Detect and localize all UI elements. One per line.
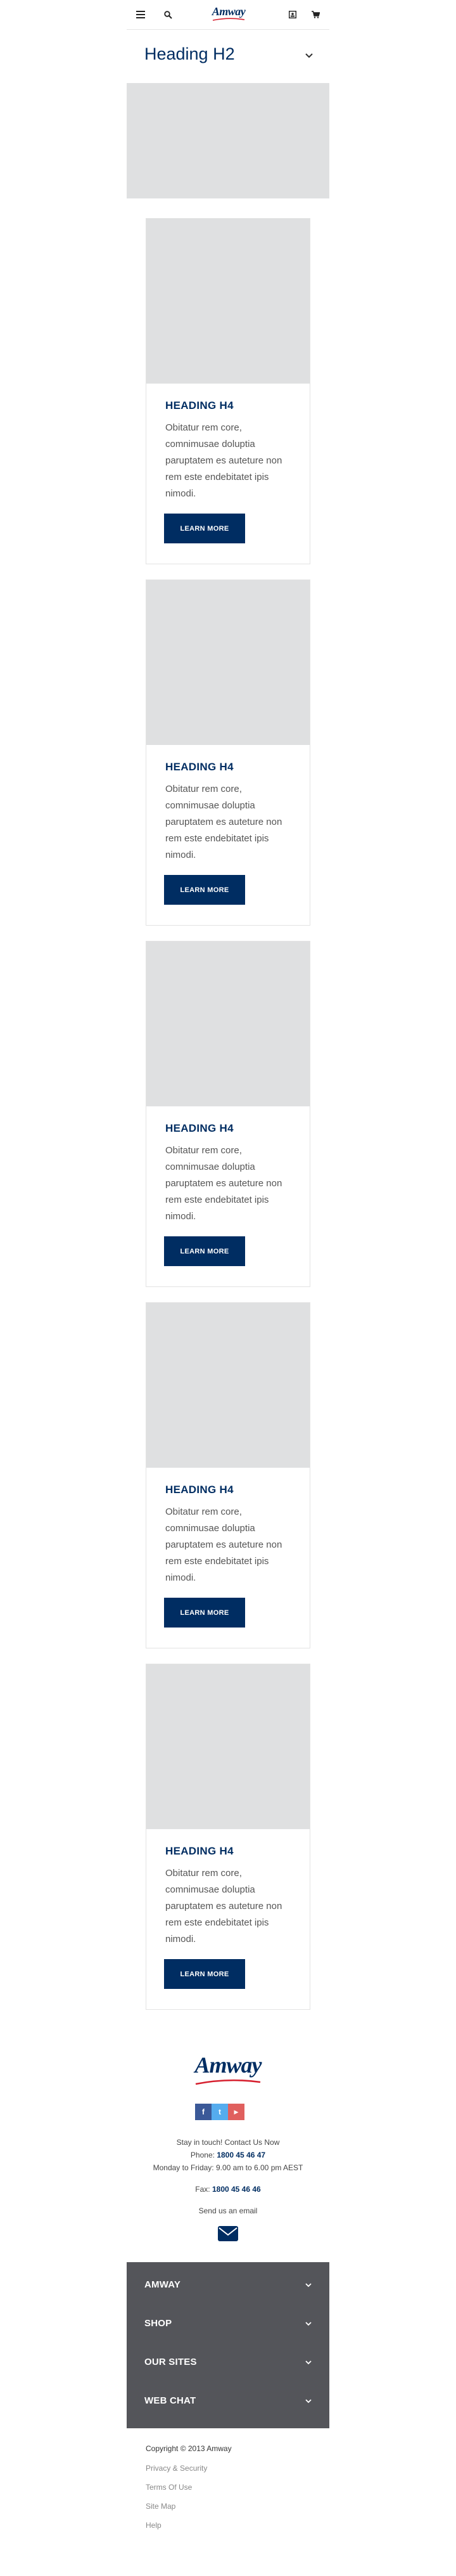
section-heading: Heading H2 bbox=[144, 44, 235, 63]
hero-image-placeholder bbox=[127, 83, 329, 198]
accordion-item-our-sites[interactable]: OUR SITES bbox=[127, 2343, 329, 2381]
card-text: Obitatur rem core, comnimusae doluptia p… bbox=[165, 784, 282, 860]
learn-more-button[interactable]: LEARN MORE bbox=[164, 1959, 245, 1989]
card-image-placeholder bbox=[146, 1664, 310, 1829]
copyright-text: Copyright © 2013 Amway bbox=[146, 2444, 232, 2453]
card-title: HEADING H4 bbox=[165, 1484, 234, 1496]
fax-number: 1800 45 46 46 bbox=[212, 2185, 261, 2194]
facebook-icon[interactable]: f bbox=[195, 2104, 212, 2120]
footer-link-privacy[interactable]: Privacy & Security bbox=[146, 2464, 207, 2473]
phone-line: Phone: 1800 45 46 47 bbox=[190, 2151, 266, 2159]
card-text: Obitatur rem core, comnimusae doluptia p… bbox=[165, 422, 282, 499]
footer-link-sitemap[interactable]: Site Map bbox=[146, 2502, 175, 2511]
card-text: Obitatur rem core, comnimusae doluptia p… bbox=[165, 1868, 282, 1945]
menu-icon[interactable] bbox=[133, 7, 148, 22]
accordion-item-shop[interactable]: SHOP bbox=[127, 2304, 329, 2343]
card-image-placeholder bbox=[146, 580, 310, 745]
content-card: HEADING H4 Obitatur rem core, comnimusae… bbox=[146, 579, 310, 926]
chevron-down-icon bbox=[305, 2283, 312, 2288]
footer-accordion: AMWAY SHOP OUR SITES WEB CHAT bbox=[127, 2262, 329, 2428]
cart-icon[interactable] bbox=[308, 7, 323, 22]
learn-more-button[interactable]: LEARN MORE bbox=[164, 875, 245, 905]
youtube-icon[interactable]: ▶ bbox=[228, 2104, 244, 2120]
content-card: HEADING H4 Obitatur rem core, comnimusae… bbox=[146, 1664, 310, 2010]
card-image-placeholder bbox=[146, 942, 310, 1106]
footer-logo-text: Amway bbox=[194, 2052, 262, 2078]
card-text: Obitatur rem core, comnimusae doluptia p… bbox=[165, 1506, 282, 1583]
logo-swoosh-icon bbox=[212, 18, 245, 21]
search-icon[interactable] bbox=[160, 7, 175, 22]
page: Amway Heading H2 HEADING H4 Obitatur rem… bbox=[127, 0, 329, 2576]
card-title: HEADING H4 bbox=[165, 761, 234, 773]
footer-link-help[interactable]: Help bbox=[146, 2521, 162, 2530]
accordion-item-web-chat[interactable]: WEB CHAT bbox=[127, 2381, 329, 2420]
logo-text: Amway bbox=[212, 5, 246, 18]
card-text: Obitatur rem core, comnimusae doluptia p… bbox=[165, 1145, 282, 1222]
card-image-placeholder bbox=[146, 219, 310, 384]
site-header: Amway bbox=[127, 0, 329, 30]
email-icon[interactable] bbox=[217, 2225, 239, 2242]
phone-number[interactable]: 1800 45 46 47 bbox=[217, 2151, 265, 2159]
content-card: HEADING H4 Obitatur rem core, comnimusae… bbox=[146, 941, 310, 1287]
chevron-down-icon bbox=[305, 2360, 312, 2365]
card-image-placeholder bbox=[146, 1303, 310, 1468]
logo[interactable]: Amway bbox=[206, 5, 251, 23]
chevron-down-icon bbox=[305, 2399, 312, 2404]
fax-line: Fax: 1800 45 46 46 bbox=[195, 2185, 261, 2194]
logo-swoosh-icon bbox=[195, 2079, 261, 2085]
content-card: HEADING H4 Obitatur rem core, comnimusae… bbox=[146, 218, 310, 564]
email-label[interactable]: Send us an email bbox=[127, 2206, 329, 2215]
content-card: HEADING H4 Obitatur rem core, comnimusae… bbox=[146, 1302, 310, 1648]
accordion-item-amway[interactable]: AMWAY bbox=[127, 2265, 329, 2304]
card-title: HEADING H4 bbox=[165, 399, 234, 411]
footer-logo[interactable]: Amway bbox=[187, 2053, 269, 2086]
hours-text: Monday to Friday: 9.00 am to 6.00 pm AES… bbox=[153, 2163, 303, 2172]
footer-link-terms[interactable]: Terms Of Use bbox=[146, 2483, 192, 2492]
chevron-down-icon[interactable] bbox=[304, 51, 314, 61]
twitter-icon[interactable]: t bbox=[212, 2104, 228, 2120]
learn-more-button[interactable]: LEARN MORE bbox=[164, 1236, 245, 1266]
stay-in-touch-text: Stay in touch! Contact Us Now bbox=[176, 2138, 280, 2147]
learn-more-button[interactable]: LEARN MORE bbox=[164, 1598, 245, 1628]
account-icon[interactable] bbox=[285, 7, 300, 22]
card-title: HEADING H4 bbox=[165, 1845, 234, 1857]
card-title: HEADING H4 bbox=[165, 1122, 234, 1134]
chevron-down-icon bbox=[305, 2322, 312, 2326]
learn-more-button[interactable]: LEARN MORE bbox=[164, 514, 245, 543]
